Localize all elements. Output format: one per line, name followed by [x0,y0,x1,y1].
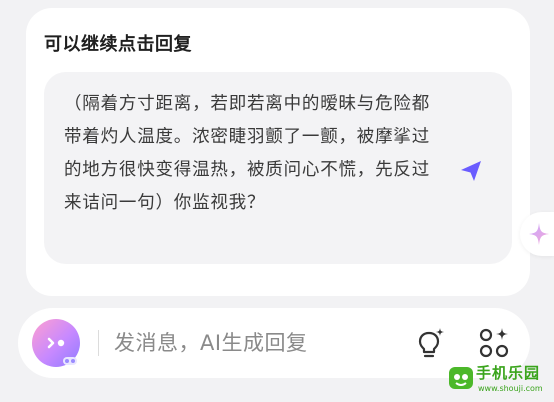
suggested-reply-box[interactable]: （隔着方寸距离，若即若离中的暧昧与危险都带着灼人温度。浓密睫羽颤了一颤，被摩挲过… [44,72,512,264]
suggested-reply-text: （隔着方寸距离，若即若离中的暧昧与危险都带着灼人温度。浓密睫羽颤了一颤，被摩挲过… [64,94,430,213]
lightbulb-icon[interactable] [412,325,448,361]
card-title: 可以继续点击回复 [44,34,192,55]
watermark-url: www.shouji.com [478,384,543,393]
watermark-text: 手机乐园 [476,364,541,382]
send-arrow-icon[interactable] [458,158,484,184]
message-input[interactable]: 发消息，AI生成回复 [114,327,308,357]
apps-grid-icon[interactable] [476,325,512,361]
watermark-icon [449,367,473,389]
sparkle-icon [529,223,549,245]
chat-card: 可以继续点击回复 （隔着方寸距离，若即若离中的暧昧与危险都带着灼人温度。浓密睫羽… [26,8,530,296]
character-avatar[interactable] [30,317,82,369]
input-divider [98,330,99,356]
watermark-logo: 手机乐园 www.shouji.com [446,360,550,398]
